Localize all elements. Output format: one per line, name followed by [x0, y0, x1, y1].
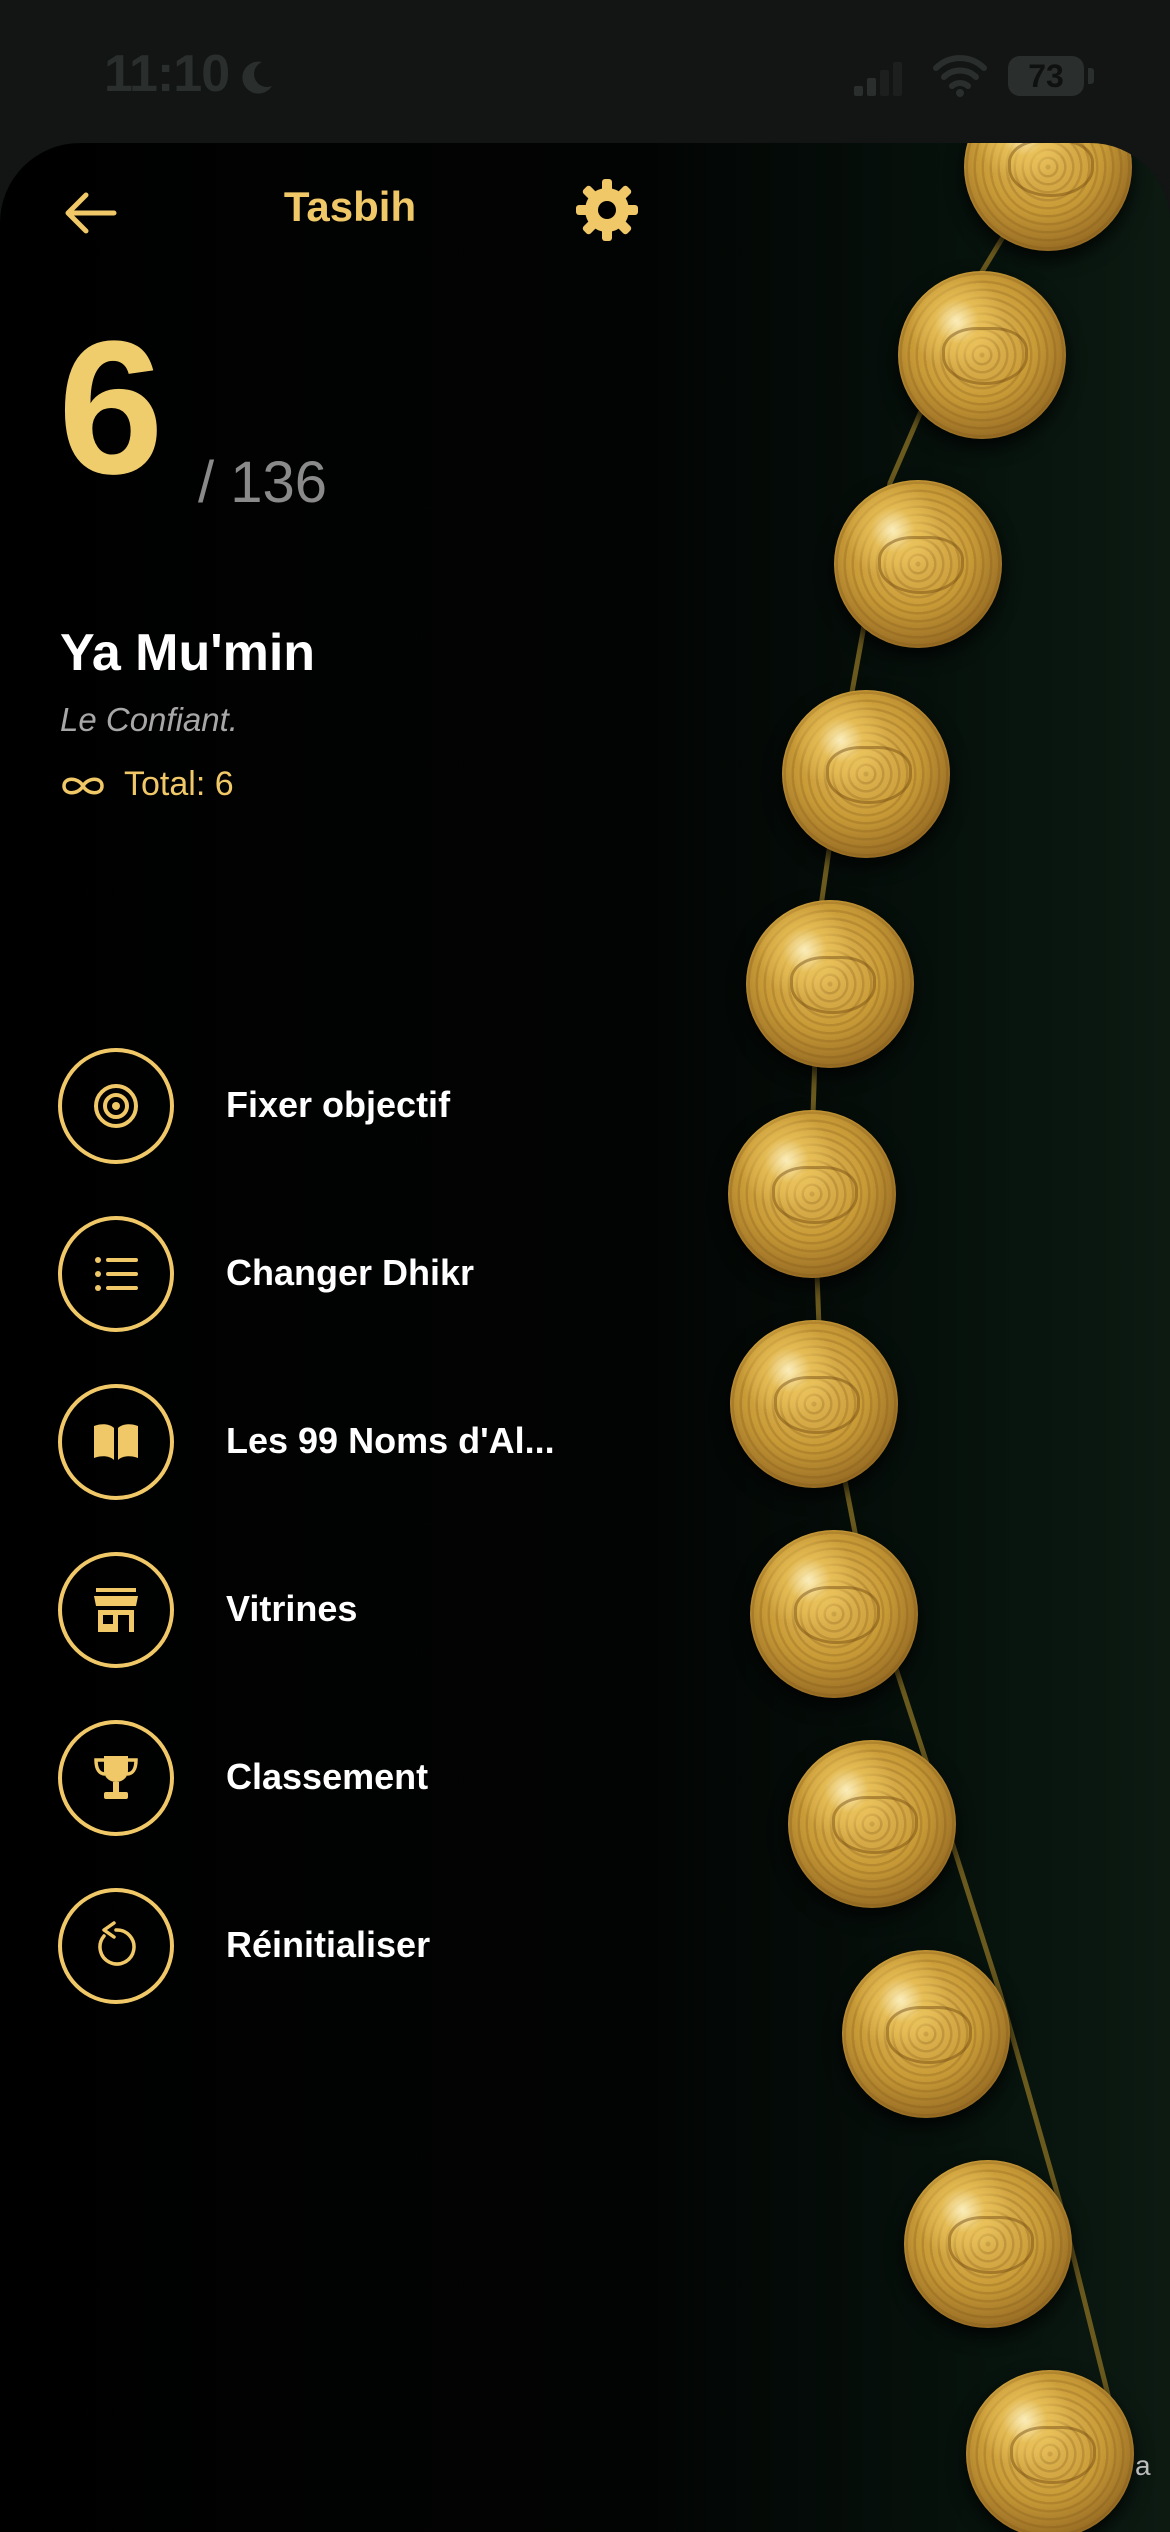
back-arrow-icon[interactable] [60, 183, 120, 243]
bead [904, 2160, 1072, 2328]
action-menu: Fixer objectif Changer Dhikr Les 99 Noms… [56, 1048, 696, 2056]
bead [782, 690, 950, 858]
signal-icon [854, 62, 902, 96]
menu-item-label: Vitrines [226, 1588, 358, 1629]
menu-icon-circle [58, 1048, 174, 1164]
bead [966, 2370, 1134, 2532]
menu-item-change-dhikr[interactable]: Changer Dhikr [56, 1216, 696, 1384]
menu-item-label: Réinitialiser [226, 1924, 431, 1965]
menu-item-label: Fixer objectif [226, 1084, 451, 1125]
moon-icon [242, 61, 272, 94]
tasbih-count: 6 [58, 302, 164, 514]
main-card: Tasbih 6 / 136 Ya Mu'min Le Confiant. To… [0, 143, 1170, 2532]
reset-icon [98, 1921, 136, 1966]
menu-icon-circle [58, 1888, 174, 2004]
tasbih-screen: 11:10 73 Tasbih 6 / 136 Ya Mu'min Le Con… [0, 0, 1170, 2532]
bead [788, 1740, 956, 1908]
corner-text: a [1135, 2450, 1151, 2481]
dhikr-meaning: Le Confiant. [60, 701, 238, 738]
menu-item-label: Changer Dhikr [226, 1252, 475, 1293]
bead [728, 1110, 896, 1278]
bead [834, 480, 1002, 648]
menu-item-label: Classement [226, 1756, 429, 1797]
bead [842, 1950, 1010, 2118]
menu-icon-circle [58, 1216, 174, 1332]
battery-indicator: 73 [1008, 56, 1084, 96]
menu-item-99-names[interactable]: Les 99 Noms d'Al... [56, 1384, 696, 1552]
bead [750, 1530, 918, 1698]
battery-cap [1088, 68, 1094, 84]
menu-item-label: Les 99 Noms d'Al... [226, 1420, 555, 1461]
menu-item-reset[interactable]: Réinitialiser [56, 1888, 696, 2056]
bead [898, 271, 1066, 439]
wifi-icon [933, 55, 987, 97]
battery-level: 73 [1028, 58, 1064, 94]
infinity-icon [62, 777, 104, 795]
bead [730, 1320, 898, 1488]
bead [746, 900, 914, 1068]
menu-item-set-goal[interactable]: Fixer objectif [56, 1048, 696, 1216]
menu-icon-circle [58, 1384, 174, 1500]
menu-item-leaderboard[interactable]: Classement [56, 1720, 696, 1888]
target-icon [94, 1084, 138, 1128]
status-bar: 11:10 73 [0, 0, 1170, 150]
book-icon [94, 1424, 138, 1460]
menu-item-showcases[interactable]: Vitrines [56, 1552, 696, 1720]
trophy-icon [94, 1756, 138, 1799]
page-title: Tasbih [283, 183, 417, 230]
menu-icon-circle [58, 1552, 174, 1668]
status-time: 11:10 [104, 45, 230, 103]
menu-icon-circle [58, 1720, 174, 1836]
store-icon [94, 1588, 138, 1632]
dhikr-name: Ya Mu'min [60, 624, 316, 682]
total-count: Total: 6 [124, 765, 234, 803]
list-icon [95, 1257, 138, 1291]
tasbih-goal: / 136 [198, 450, 327, 515]
gear-icon[interactable] [574, 177, 640, 243]
